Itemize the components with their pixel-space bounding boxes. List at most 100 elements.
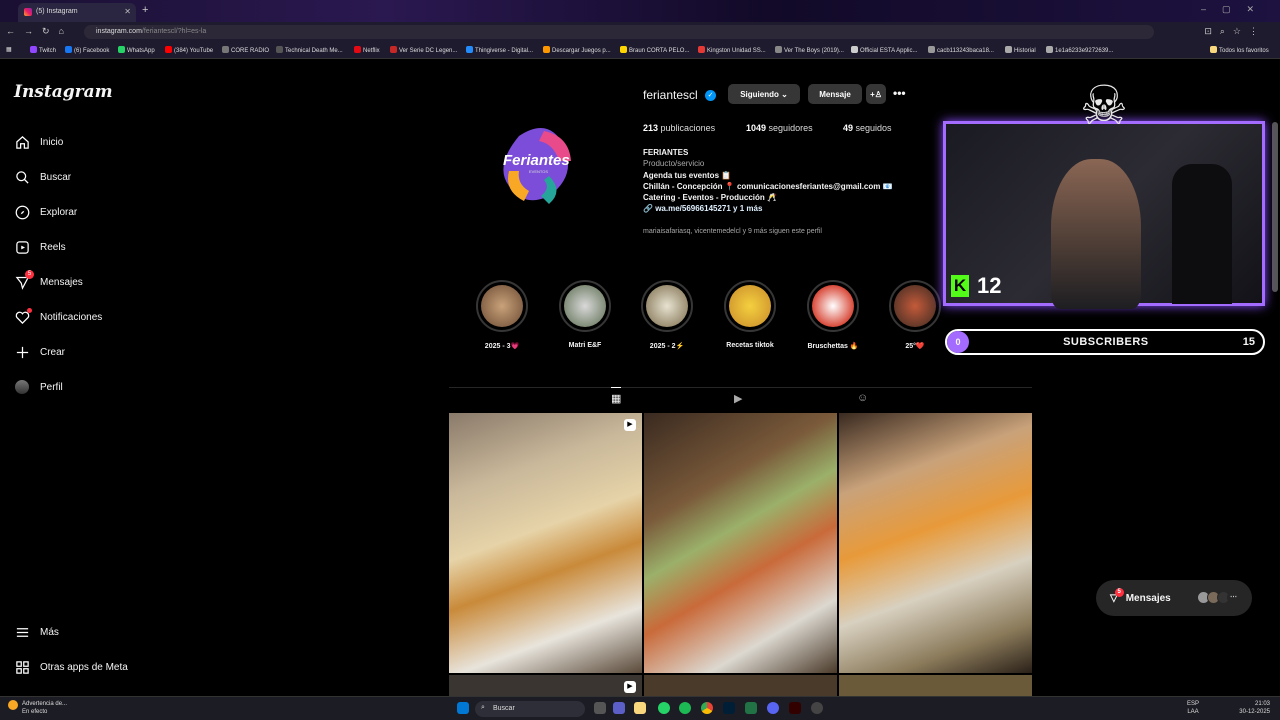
highlight-cover <box>807 280 859 332</box>
chrome-icon[interactable] <box>701 702 713 714</box>
profile-picture[interactable]: Feriantes EVENTOS <box>489 116 585 212</box>
highlight-cover <box>724 280 776 332</box>
whatsapp-icon[interactable] <box>658 702 670 714</box>
sidebar-item-inicio[interactable]: Inicio <box>14 134 63 150</box>
bookmark-folder[interactable]: Todos los favoritos <box>1210 46 1269 54</box>
bookmark-item[interactable]: cacb113243baca18... <box>928 46 994 54</box>
sidebar-item-reels[interactable]: Reels <box>14 239 66 255</box>
search-icon: ⌕ <box>481 704 485 711</box>
sidebar-item-mas[interactable]: Más <box>14 624 59 640</box>
bookmarks-bar: ▦ Twitch (6) Facebook WhatsApp (384) You… <box>0 42 1280 59</box>
weather-widget[interactable]: Advertencia de... En efecto <box>8 700 67 716</box>
highlight-item[interactable]: Recetas tiktok <box>722 280 778 349</box>
bookmark-item[interactable]: Netflix <box>354 46 380 54</box>
task-view-icon[interactable] <box>594 702 606 714</box>
highlight-item[interactable]: 2025 - 2⚡ <box>639 280 695 350</box>
message-button[interactable]: Mensaje <box>808 84 862 104</box>
photoshop-icon[interactable] <box>723 702 735 714</box>
posts-grid-icon[interactable]: ▦ <box>611 387 622 405</box>
bookmark-item[interactable]: Descargar Juegos p... <box>543 46 611 54</box>
file-explorer-icon[interactable] <box>634 702 646 714</box>
messenger-icon: 5 <box>14 270 34 290</box>
plus-icon <box>14 344 30 360</box>
post-thumbnail[interactable] <box>839 675 1032 698</box>
sidebar-item-perfil[interactable]: Perfil <box>14 379 63 395</box>
bookmark-item[interactable]: CORE RADIO <box>222 46 269 54</box>
sidebar-item-mensajes[interactable]: 5 Mensajes <box>14 270 83 290</box>
bookmark-item[interactable]: WhatsApp <box>118 46 155 54</box>
language-indicator[interactable]: ESP LAA <box>1187 700 1199 716</box>
post-thumbnail[interactable]: ▶ <box>449 675 642 698</box>
highlight-item[interactable]: 2025 - 3💗 <box>474 280 530 350</box>
suggest-people-button[interactable]: +♙ <box>866 84 886 104</box>
menu-icon <box>14 624 30 640</box>
followers-stat[interactable]: 1049 seguidores <box>746 123 813 133</box>
bookmark-item[interactable]: (6) Facebook <box>65 46 109 54</box>
messenger-icon: ▽ 5 <box>1110 587 1124 604</box>
windows-taskbar: Advertencia de... En efecto ⌕ Buscar ESP L… <box>0 696 1280 720</box>
home-icon <box>14 134 30 150</box>
page-scrollbar[interactable] <box>1272 122 1278 292</box>
bookmark-item[interactable]: Braun CORTA PELO... <box>620 46 689 54</box>
obs-icon[interactable] <box>811 702 823 714</box>
bio-link[interactable]: 🔗 wa.me/56966145271 y 1 más <box>643 204 762 213</box>
bookmark-item[interactable]: Kingston Unidad SS... <box>698 46 766 54</box>
highlight-item[interactable]: Bruschettas 🔥 <box>805 280 861 350</box>
sidebar-item-notificaciones[interactable]: Notificaciones <box>14 308 102 325</box>
teams-icon[interactable] <box>613 702 625 714</box>
followed-by[interactable]: mariaisafariasq, vicentemedelcl y 9 más … <box>643 228 822 235</box>
following-stat[interactable]: 49 seguidos <box>843 123 892 133</box>
conversation-avatars: ⋯ <box>1197 591 1240 604</box>
bookmark-item[interactable]: Technical Death Me... <box>276 46 343 54</box>
toolbar-icons[interactable]: ⊡⌕☆⋮ <box>1204 26 1266 37</box>
post-thumbnail[interactable]: ▶ <box>449 413 642 673</box>
excel-icon[interactable] <box>745 702 757 714</box>
following-button[interactable]: Siguiendo ⌄ <box>728 84 800 104</box>
reel-icon: ▶ <box>624 681 636 693</box>
post-thumbnail[interactable] <box>839 413 1032 673</box>
reels-tab-icon[interactable]: ▶ <box>734 392 742 405</box>
discord-icon[interactable] <box>767 702 779 714</box>
subscriber-goal-bar: 0 SUBSCRIBERS 15 <box>945 329 1265 355</box>
url-bar[interactable]: instagram.com/feriantescl/?hl=es-la <box>84 25 1154 39</box>
bookmark-item[interactable]: Twitch <box>30 46 56 54</box>
new-tab-icon[interactable]: + <box>142 4 148 16</box>
bookmark-item[interactable]: Official ESTA Applic... <box>851 46 917 54</box>
bookmark-item[interactable]: Thingiverse - Digital... <box>466 46 533 54</box>
taskbar-search[interactable]: ⌕ Buscar <box>475 701 585 717</box>
profile-username: feriantescl <box>643 88 698 102</box>
posts-grid: ▶ ▶ <box>449 413 1032 698</box>
tagged-tab-icon[interactable]: ☺ <box>857 392 868 404</box>
spotify-icon[interactable] <box>679 702 691 714</box>
post-thumbnail[interactable] <box>644 413 837 673</box>
profile-category: Producto/servicio <box>643 159 705 168</box>
bookmark-item[interactable]: Ver The Boys (2019)... <box>775 46 844 54</box>
sidebar-item-buscar[interactable]: Buscar <box>14 169 71 185</box>
browser-tab[interactable]: (5) Instagram ✕ <box>18 3 136 22</box>
post-thumbnail[interactable] <box>644 675 837 698</box>
reel-icon: ▶ <box>624 419 636 431</box>
navigation-icons[interactable]: ←→↻⌂ <box>6 26 73 37</box>
sidebar-item-explorar[interactable]: Explorar <box>14 204 77 220</box>
profile-picture-text: Feriantes <box>503 152 570 169</box>
sidebar-item-crear[interactable]: Crear <box>14 344 65 360</box>
window-controls[interactable]: –▢✕ <box>1201 4 1270 15</box>
start-icon[interactable] <box>457 702 469 714</box>
instagram-logo[interactable]: Instagram <box>14 82 113 102</box>
apps-grid-icon[interactable]: ▦ <box>6 46 12 53</box>
bookmark-item[interactable]: (384) YouTube <box>165 46 213 54</box>
sidebar-item-meta-apps[interactable]: Otras apps de Meta <box>14 659 128 675</box>
highlight-item[interactable]: Matri E&F <box>557 280 613 349</box>
bookmark-item[interactable]: 1e1a6233e9272639... <box>1046 46 1113 54</box>
bookmark-item[interactable]: Ver Serie DC Legen... <box>390 46 457 54</box>
illustrator-icon[interactable] <box>789 702 801 714</box>
messages-floating-button[interactable]: ▽ 5 Mensajes ⋯ <box>1096 580 1252 616</box>
bookmark-item[interactable]: Historial <box>1005 46 1036 54</box>
tab-title: (5) Instagram <box>36 8 78 15</box>
posts-stat[interactable]: 213 publicaciones <box>643 123 715 133</box>
clock[interactable]: 21:03 30-12-2025 <box>1239 700 1270 716</box>
highlight-item[interactable]: 25°❤️ <box>887 280 943 350</box>
chevron-down-icon: ⌄ <box>781 89 788 99</box>
more-options-icon[interactable]: ••• <box>893 86 906 100</box>
close-tab-icon[interactable]: ✕ <box>124 7 131 16</box>
